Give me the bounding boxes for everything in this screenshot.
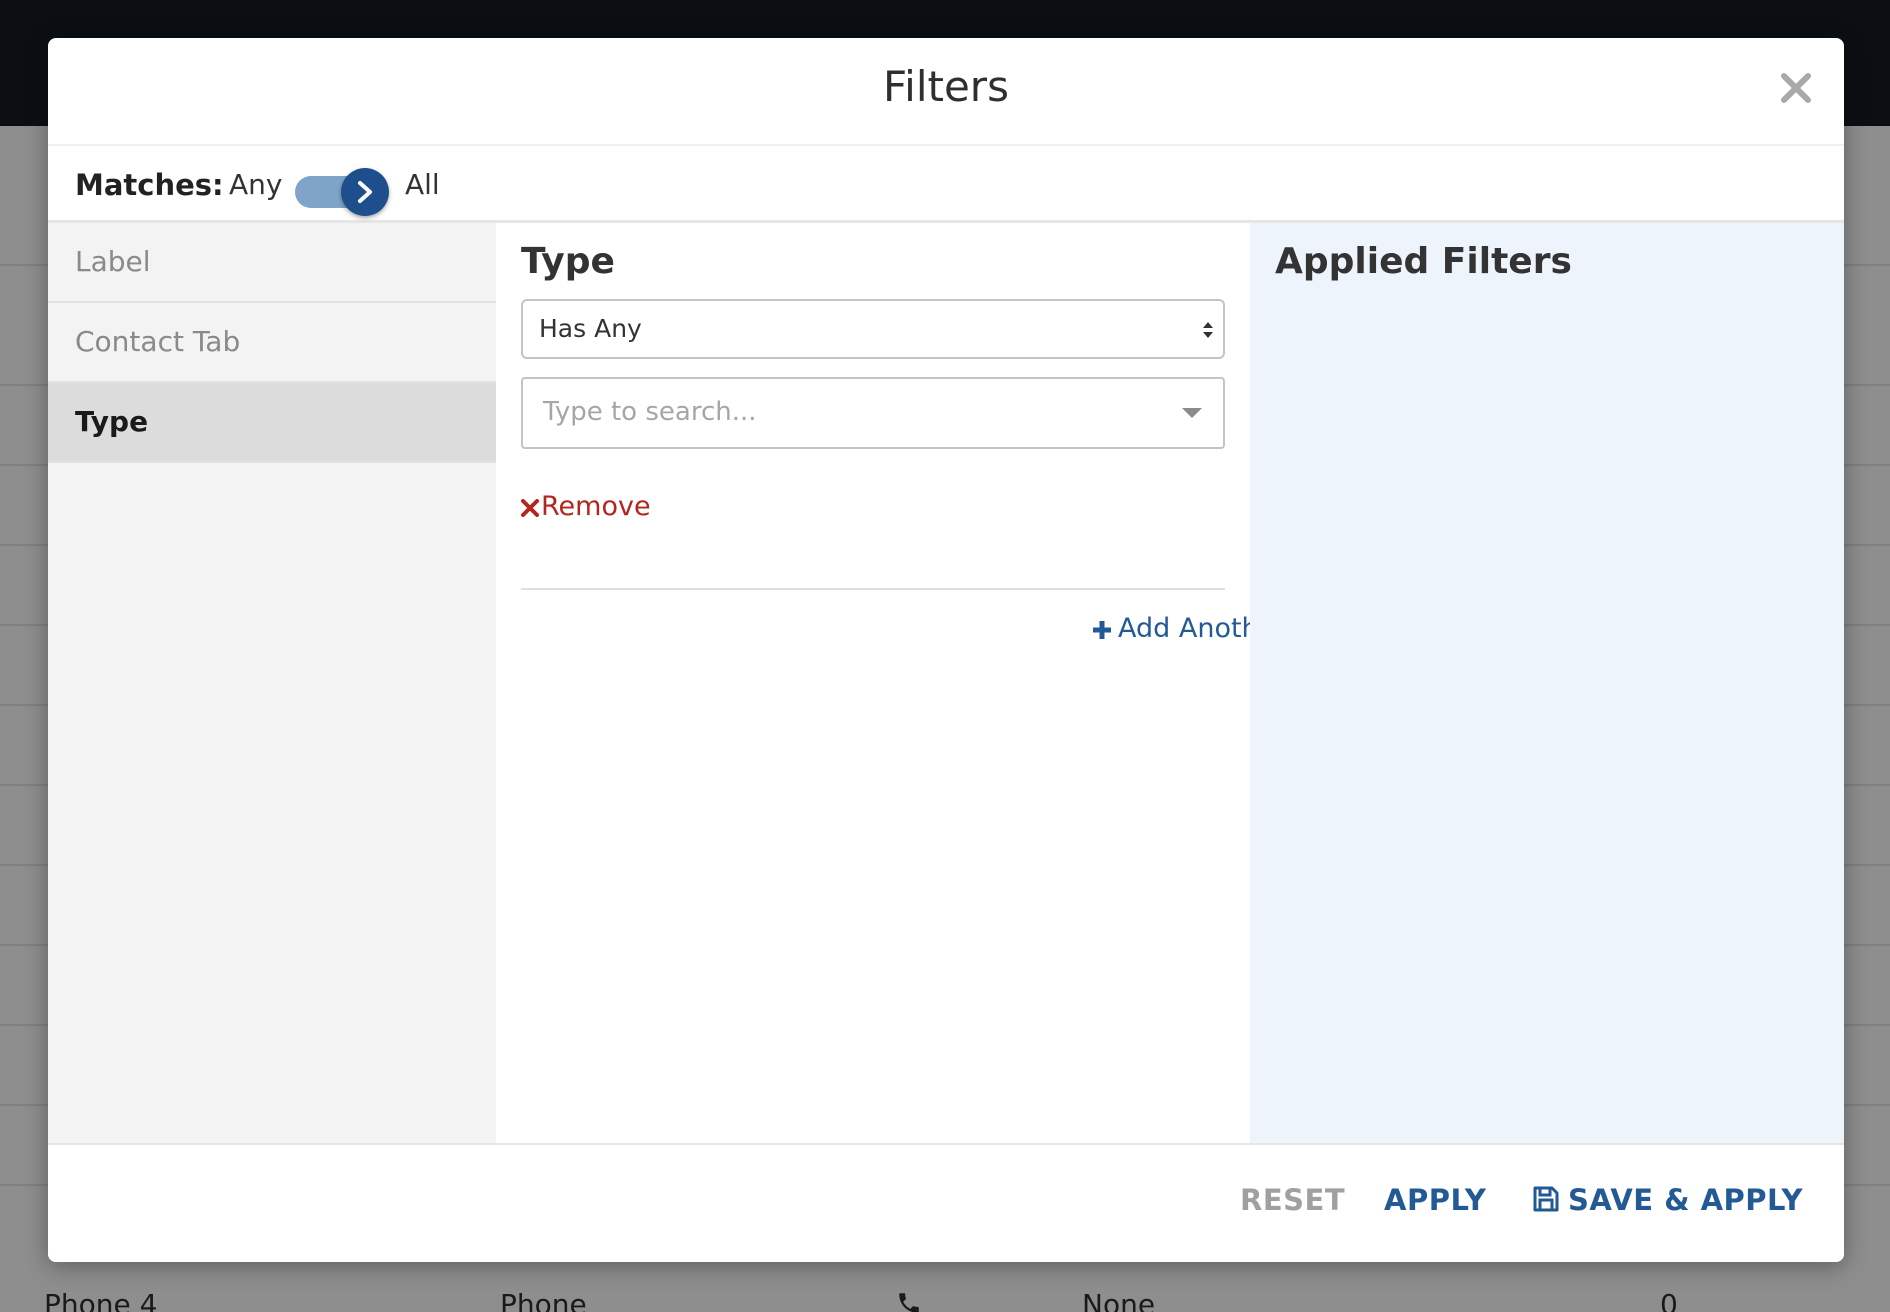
modal-header: Filters: [48, 38, 1844, 146]
operator-select-value: Has Any: [539, 314, 642, 343]
plus-icon: [1093, 621, 1111, 639]
matches-bar: Matches: Any All: [48, 146, 1844, 223]
save-apply-label: SAVE & APPLY: [1568, 1183, 1804, 1217]
match-mode-toggle[interactable]: [295, 166, 389, 218]
match-all-option[interactable]: All: [405, 168, 440, 201]
remove-label: Remove: [541, 491, 651, 522]
background-row-number: None: [1082, 1288, 1156, 1312]
nav-item-text: Label: [75, 245, 151, 278]
operator-select[interactable]: Has Any: [521, 299, 1225, 359]
chevron-right-icon: [358, 181, 372, 203]
nav-item-text: Type: [75, 405, 149, 438]
toggle-knob: [341, 168, 389, 216]
matches-label: Matches:: [75, 168, 224, 202]
filter-editor: Type Has Any Type to search... Remove Ad…: [496, 223, 1286, 1143]
background-row-type: Phone: [500, 1288, 587, 1312]
nav-item-type[interactable]: Type: [48, 383, 496, 463]
remove-icon: [521, 499, 539, 517]
apply-button[interactable]: APPLY: [1384, 1183, 1486, 1217]
match-any-option[interactable]: Any: [229, 168, 282, 201]
phone-icon: [899, 1293, 919, 1312]
background-row-count: 0: [1660, 1288, 1678, 1312]
applied-filters-panel: Applied Filters: [1250, 223, 1844, 1143]
select-arrows-icon: [1203, 322, 1213, 338]
reset-button[interactable]: RESET: [1240, 1183, 1345, 1217]
editor-divider: [521, 588, 1225, 590]
modal-footer: RESET APPLY SAVE & APPLY: [48, 1143, 1844, 1262]
type-search-input[interactable]: Type to search...: [521, 377, 1225, 449]
search-placeholder: Type to search...: [543, 397, 757, 427]
editor-title: Type: [521, 241, 615, 282]
close-icon: [1781, 73, 1811, 103]
nav-item-label[interactable]: Label: [48, 223, 496, 303]
filter-category-nav: Label Contact Tab Type: [48, 223, 496, 1143]
nav-item-text: Contact Tab: [75, 325, 241, 358]
add-another-link[interactable]: Add Another: [1092, 613, 1286, 649]
nav-item-contact-tab[interactable]: Contact Tab: [48, 303, 496, 383]
modal-title: Filters: [883, 62, 1009, 111]
background-row-name: Phone 4: [44, 1288, 158, 1312]
save-icon: [1533, 1186, 1559, 1212]
filters-modal: Filters Matches: Any All Label Contact T…: [48, 38, 1844, 1262]
applied-filters-title: Applied Filters: [1275, 241, 1572, 282]
chevron-down-icon: [1182, 408, 1202, 418]
close-button[interactable]: [1776, 68, 1816, 108]
